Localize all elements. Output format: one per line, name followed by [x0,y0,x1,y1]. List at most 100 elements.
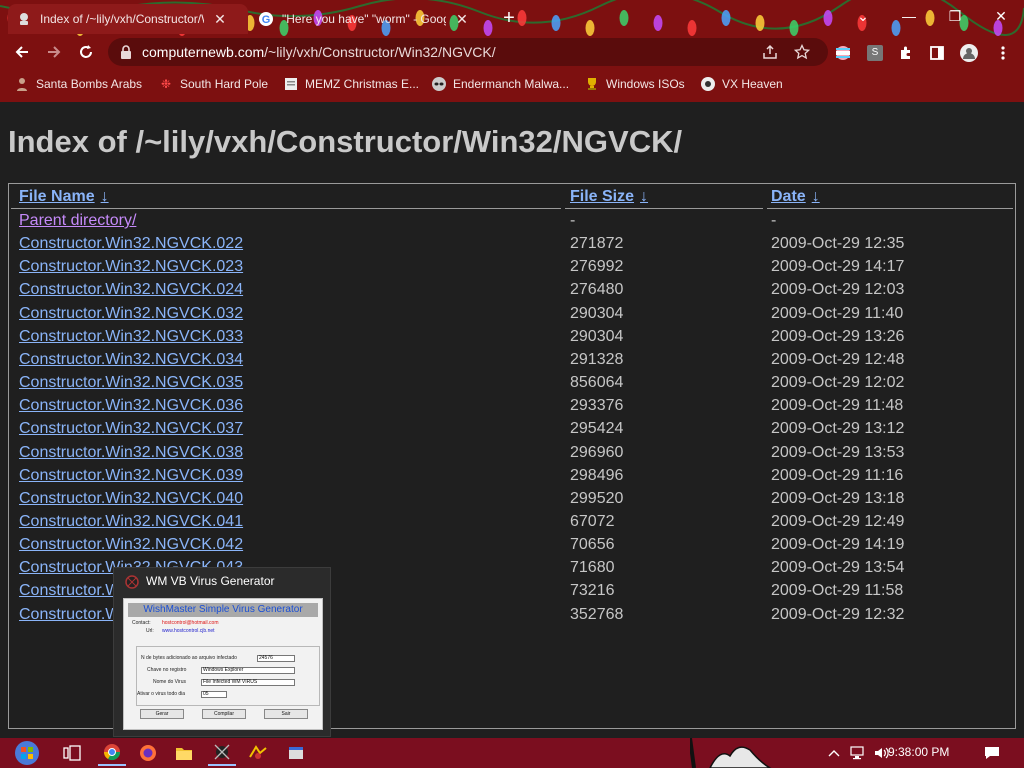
table-row: Constructor.Win32.NGVCK.040 299520 2009-Oc… [9,488,1015,511]
column-header-date[interactable]: Date ↓ [771,188,820,206]
share-icon[interactable] [760,42,780,62]
table-row: Constructor.Win32.NGVCK.032 290304 2009-Oc… [9,303,1015,326]
file-link[interactable]: Constructor.Win32.NGVCK.036 [19,397,243,415]
close-window-button[interactable]: ✕ [978,2,1024,30]
url-host: computernewb.com [142,44,265,60]
file-size: 271872 [570,235,624,253]
file-size: 299520 [570,489,624,507]
bookmark-label: South Hard Pole [180,77,269,91]
url-text[interactable]: computernewb.com/~lily/vxh/Constructor/W… [142,38,496,66]
file-link[interactable]: Constructor.Win32.NGVCK.040 [19,490,243,508]
file-date: 2009-Oct-29 13:18 [771,489,905,507]
window-app-icon[interactable] [282,740,310,766]
table-row: Constructor.Win32.NGVCK.034 291328 2009-Oc… [9,349,1015,372]
contact-value: hostcontrol@hotmail.com [162,620,219,626]
bookmark-label: Santa Bombs Arabs [36,77,143,91]
table-row: Constructor.Win32.NGVCK.042 70656 2009-Oct… [9,534,1015,557]
column-header-file-size[interactable]: File Size ↓ [570,188,648,206]
flag-extension-icon[interactable] [832,42,854,64]
forward-button[interactable] [42,40,66,64]
s-extension-icon[interactable]: S [864,42,886,64]
sair-button: Sair [264,709,308,719]
bookmark-label: VX Heaven [722,77,783,91]
kebab-menu-icon[interactable] [992,42,1014,64]
file-link[interactable]: Constructor.Win32.NGVCK.034 [19,351,243,369]
file-size: 71680 [570,559,615,577]
bookmark-santa-bombs-arabs[interactable]: Santa Bombs Arabs [14,74,142,94]
bookmark-label: Windows ISOs [606,77,685,91]
file-link[interactable]: Constructor.Win32.NGVCK.037 [19,420,243,438]
tab-index-of-ngvck[interactable]: Index of /~lily/vxh/Constructor/W ✕ [8,4,248,34]
taskbar-clock[interactable]: 9:38:00 PM [888,745,949,759]
bookmark-label: Endermanch Malwa... [453,77,570,91]
firefox-icon[interactable] [134,740,162,766]
page-title: Index of /~lily/vxh/Constructor/Win32/NG… [8,124,683,159]
file-size: 73216 [570,582,615,600]
column-header-file-name[interactable]: File Name ↓ [19,188,109,206]
taskbar-thumbnail-preview[interactable]: WM VB Virus Generator WishMaster Simple … [113,567,331,737]
tab-google-search[interactable]: G "Here you have" "worm" - Goog ✕ [250,4,490,34]
file-link[interactable]: Constructor.Win32.NGVCK.039 [19,467,243,485]
file-date: 2009-Oct-29 13:53 [771,443,905,461]
file-link[interactable]: Constructor.Win32.NGVCK.023 [19,258,243,276]
extensions-puzzle-icon[interactable] [895,42,917,64]
header-divider [565,208,763,209]
bookmark-star-icon[interactable] [792,42,812,62]
contact-label: Contact: [132,620,151,626]
network-icon[interactable] [848,744,868,762]
bookmark-endermanch-malware[interactable]: Endermanch Malwa... [431,74,569,94]
sort-arrow-icon: ↓ [811,188,820,205]
address-bar[interactable]: computernewb.com/~lily/vxh/Constructor/W… [108,38,828,66]
file-link[interactable]: Constructor.Win32.NGVCK.024 [19,281,243,299]
file-link[interactable]: Constructor.Win32.NGVCK.041 [19,513,243,531]
page-icon [283,76,299,92]
profile-avatar-icon[interactable] [958,42,980,64]
tab-search-button[interactable]: ⌄ [840,2,886,30]
file-size: 856064 [570,374,624,392]
header-divider [11,208,561,209]
bookmark-south-hard-pole[interactable]: ❉ South Hard Pole [158,74,268,94]
extension-badge: S [867,45,883,61]
column-label: Date [771,188,806,205]
restore-button[interactable]: ❐ [932,2,978,30]
site-favicon-icon [16,11,32,27]
thumbnail-title: WM VB Virus Generator [146,574,275,588]
file-size: 295424 [570,420,624,438]
new-tab-button[interactable]: + [498,8,520,30]
table-row: Constructor.Win32.NGVCK.022 271872 2009-Oc… [9,233,1015,256]
snowflake-icon: ❉ [160,77,172,91]
minimize-button[interactable]: — [886,2,932,30]
show-hidden-icons-chevron-icon[interactable] [826,744,842,762]
side-panel-icon[interactable] [926,42,948,64]
bookmark-vx-heaven[interactable]: VX Heaven [700,74,783,94]
file-link[interactable]: Constructor.Win32.NGVCK.038 [19,444,243,462]
table-row: Constructor.Win32.NGVCK.037 295424 2009-Oc… [9,418,1015,441]
back-arrow-icon [15,46,28,58]
file-date: 2009-Oct-29 11:48 [771,397,904,415]
file-link[interactable]: Constructor.Win32.NGVCK.035 [19,374,243,392]
close-tab-icon[interactable]: ✕ [212,11,228,27]
file-link[interactable]: Constructor.Win32.NGVCK.022 [19,235,243,253]
bookmark-windows-isos[interactable]: Windows ISOs [584,74,685,94]
file-link[interactable]: Constructor.Win32.NGVCK.042 [19,536,243,554]
parent-directory-link[interactable]: Parent directory/ [19,212,136,230]
virus-generator-icon[interactable] [208,740,236,766]
task-view-icon[interactable] [58,740,86,766]
back-button[interactable] [10,40,34,64]
start-orb-icon[interactable] [10,740,44,766]
file-link[interactable]: Constructor.Win32.NGVCK.032 [19,305,243,323]
close-tab-icon[interactable]: ✕ [454,11,470,27]
malware-app-icon[interactable] [244,740,272,766]
table-row: Constructor.Win32.NGVCK.041 67072 2009-Oct… [9,511,1015,534]
notifications-icon[interactable] [982,744,1002,762]
raccoon-icon [431,76,447,92]
lock-icon[interactable] [120,45,132,64]
bookmark-memz-christmas[interactable]: MEMZ Christmas E... [283,74,419,94]
chrome-icon[interactable] [98,740,126,766]
tab-title: "Here you have" "worm" - Goog [282,12,446,26]
table-row: Constructor.Win32.NGVCK.039 298496 2009-Oc… [9,465,1015,488]
file-explorer-icon[interactable] [170,740,198,766]
file-date: 2009-Oct-29 12:03 [771,281,905,299]
file-link[interactable]: Constructor.Win32.NGVCK.033 [19,328,243,346]
reload-button[interactable] [74,40,98,64]
